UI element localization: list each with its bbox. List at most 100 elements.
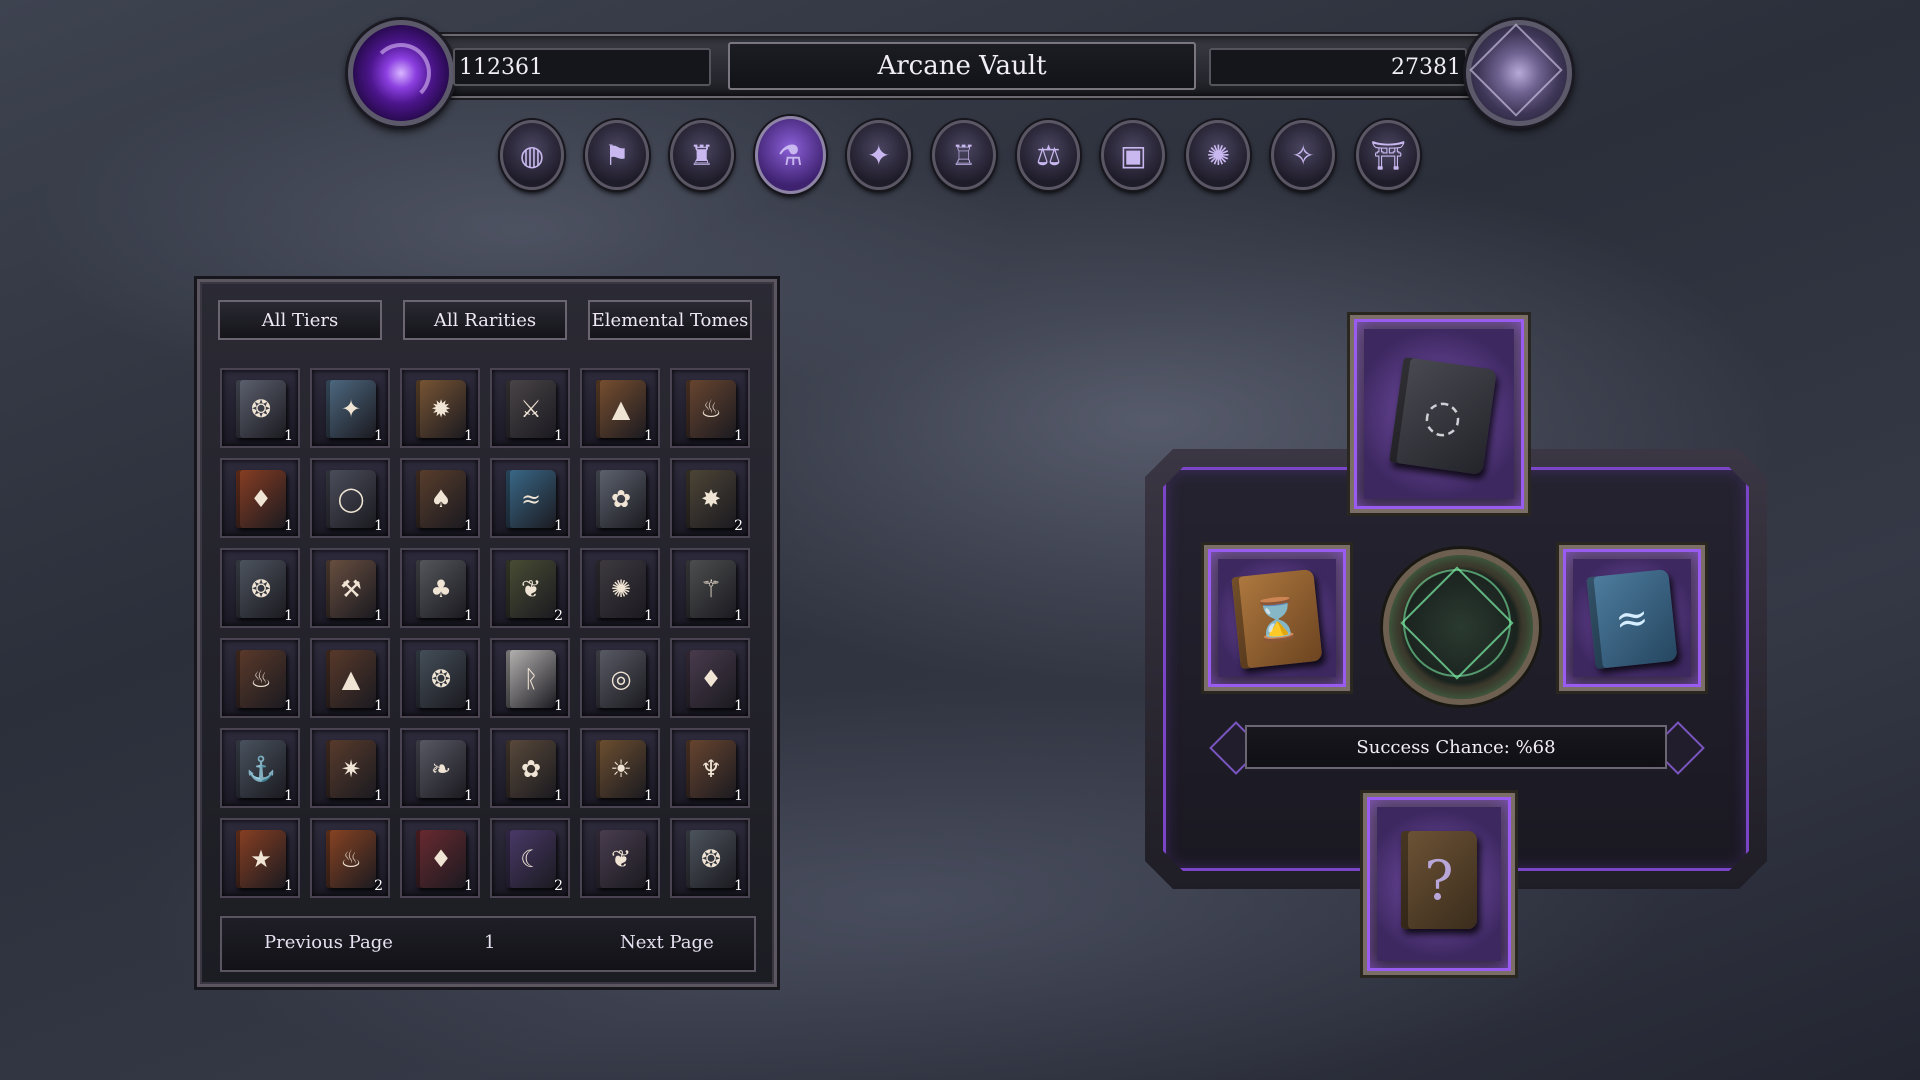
phoenix-star-tome-icon: ★ <box>236 830 286 888</box>
world-map-icon[interactable]: ◍ <box>500 120 564 190</box>
fire-crystal-tome-icon: ♦ <box>236 470 286 528</box>
inventory-slot[interactable]: ◯ 1 <box>310 458 390 538</box>
crafting-slot-left[interactable]: ⌛ <box>1204 545 1350 691</box>
castle-icon[interactable]: ♖ <box>931 120 996 190</box>
market-scales-icon[interactable]: ⚖ <box>1016 120 1081 190</box>
inventory-slot[interactable]: ♆ 1 <box>670 728 750 808</box>
inventory-slot[interactable]: ≈1 <box>490 458 570 538</box>
item-quantity: 1 <box>644 428 653 444</box>
currency-left-display: 112361 <box>453 48 711 86</box>
volcano-tome-icon: ▲ <box>596 380 646 438</box>
frost-shield-tome-icon: ✦ <box>326 380 376 438</box>
inventory-grid: ❂ 1 ✦ 1 ✹ 1 ⚔ 1 ▲ 1 ♨ 1 ♦ 1 ◯ 1 ♠ 1 ≈1 ✿ 1 ✸ 2 ❂ 1 ⚒ 1 ♣ 1 ❦ 2 ✺ 1 ⚚ 1 ♨ 1 ▲ 1… <box>220 368 752 898</box>
item-quantity: 1 <box>464 878 473 894</box>
inventory-slot[interactable]: ▲ 1 <box>580 368 660 448</box>
navigation-bar: ◍ ⚑ ♜ ⚗ ✦ ♖ ⚖ ▣ ✺ ✧ ⛩ <box>500 116 1421 194</box>
inventory-slot[interactable]: ✷ 1 <box>310 728 390 808</box>
inventory-slot[interactable]: ✺ 1 <box>580 548 660 628</box>
water-wave-tome-icon: ≈ <box>506 470 556 528</box>
page-title: Arcane Vault <box>728 42 1196 90</box>
arcane-sigil-circle-icon[interactable] <box>1383 549 1539 705</box>
inventory-slot[interactable]: ⚚ 1 <box>670 548 750 628</box>
inventory-slot[interactable]: ♨ 1 <box>220 638 300 718</box>
inventory-slot[interactable]: ❦ 1 <box>580 818 660 898</box>
anchor-tome-icon: ⚓ <box>236 740 286 798</box>
inventory-slot[interactable]: ♠ 1 <box>400 458 480 538</box>
void-ring-tome-icon: ◯ <box>326 470 376 528</box>
inventory-slot[interactable]: ✿ 1 <box>580 458 660 538</box>
enchanting-table-icon[interactable]: ✦ <box>846 120 911 190</box>
flame-tome-icon: ♠ <box>416 470 466 528</box>
inventory-slot[interactable]: ❧ 1 <box>400 728 480 808</box>
inventory-slot[interactable]: ♨ 2 <box>310 818 390 898</box>
inventory-slot[interactable]: ❂ 1 <box>220 548 300 628</box>
dark-tower-icon[interactable]: ♜ <box>669 120 734 190</box>
item-quantity: 1 <box>464 608 473 624</box>
inventory-slot[interactable]: ★ 1 <box>220 818 300 898</box>
inventory-slot[interactable]: ❂ 1 <box>400 638 480 718</box>
sun-tome-icon: ✹ <box>416 380 466 438</box>
previous-page-button[interactable]: Previous Page <box>264 932 393 953</box>
inventory-slot[interactable]: ◎ 1 <box>580 638 660 718</box>
inferno-tome-icon: ♨ <box>326 830 376 888</box>
blood-crystal-tome-icon: ♦ <box>416 830 466 888</box>
inventory-slot[interactable]: ᚱ1 <box>490 638 570 718</box>
inventory-slot[interactable]: ▲ 1 <box>310 638 390 718</box>
rune-circle-icon[interactable]: ✺ <box>1186 120 1251 190</box>
inventory-panel: All Tiers All Rarities Elemental Tomes ❂… <box>197 279 777 987</box>
eruption-tome-icon: ✷ <box>326 740 376 798</box>
item-quantity: 1 <box>284 428 293 444</box>
inventory-slot[interactable]: ☾ 2 <box>490 818 570 898</box>
page-number: 1 <box>484 932 496 953</box>
purple-vortex-orb-icon[interactable] <box>348 20 454 126</box>
spellbook-icon[interactable]: ▣ <box>1101 120 1166 190</box>
inventory-slot[interactable]: ⚒ 1 <box>310 548 390 628</box>
inventory-slot[interactable]: ✹ 1 <box>400 368 480 448</box>
blaze-tome-icon: ♨ <box>236 650 286 708</box>
filter-category-dropdown[interactable]: Elemental Tomes <box>588 300 752 340</box>
inventory-slot[interactable]: ♦ 1 <box>220 458 300 538</box>
inventory-slot[interactable]: ⚔ 1 <box>490 368 570 448</box>
storm-tome-icon: ✿ <box>596 470 646 528</box>
inventory-slot[interactable]: ✸ 2 <box>670 458 750 538</box>
item-quantity: 1 <box>284 788 293 804</box>
nature-leaf-tome-icon: ❦ <box>506 560 556 618</box>
silver-sigil-orb-icon[interactable] <box>1466 20 1572 126</box>
inventory-slot[interactable]: ❂ 1 <box>670 818 750 898</box>
inventory-slot[interactable]: ✿ 1 <box>490 728 570 808</box>
dark-rune-tome-icon: ◌ <box>1389 356 1497 476</box>
star-crystal-icon[interactable]: ✧ <box>1271 120 1336 190</box>
item-quantity: 2 <box>374 878 383 894</box>
item-quantity: 1 <box>374 518 383 534</box>
crafting-slot-top[interactable]: ◌ <box>1350 315 1528 513</box>
inventory-slot[interactable]: ✦ 1 <box>310 368 390 448</box>
currency-right-display: 27381 <box>1209 48 1467 86</box>
inventory-slot[interactable]: ♦ 1 <box>670 638 750 718</box>
crossed-swords-tome-icon: ⚔ <box>506 380 556 438</box>
item-quantity: 1 <box>464 518 473 534</box>
inventory-slot[interactable]: ♨ 1 <box>670 368 750 448</box>
crafting-slot-right[interactable]: ≈ <box>1559 545 1705 691</box>
filter-rarity-dropdown[interactable]: All Rarities <box>403 300 567 340</box>
inventory-slot[interactable]: ❂ 1 <box>220 368 300 448</box>
alchemy-potion-icon[interactable]: ⚗ <box>754 116 826 194</box>
item-quantity: 1 <box>284 878 293 894</box>
inventory-slot[interactable]: ⚓ 1 <box>220 728 300 808</box>
inventory-slot[interactable]: ♦ 1 <box>400 818 480 898</box>
next-page-button[interactable]: Next Page <box>620 932 714 953</box>
guild-banner-icon[interactable]: ⚑ <box>584 120 649 190</box>
radiant-sun-tome-icon: ☀ <box>596 740 646 798</box>
item-quantity: 1 <box>554 698 563 714</box>
item-quantity: 1 <box>554 518 563 534</box>
item-quantity: 1 <box>284 698 293 714</box>
filter-tier-dropdown[interactable]: All Tiers <box>218 300 382 340</box>
item-quantity: 1 <box>374 608 383 624</box>
spiral-wind-tome-icon: ❂ <box>686 830 736 888</box>
item-quantity: 1 <box>374 698 383 714</box>
inventory-slot[interactable]: ☀ 1 <box>580 728 660 808</box>
inventory-slot[interactable]: ♣ 1 <box>400 548 480 628</box>
dungeon-gate-icon[interactable]: ⛩ <box>1356 120 1421 190</box>
inventory-slot[interactable]: ❦ 2 <box>490 548 570 628</box>
item-quantity: 1 <box>644 698 653 714</box>
crafting-result-slot[interactable]: ? <box>1363 793 1515 975</box>
